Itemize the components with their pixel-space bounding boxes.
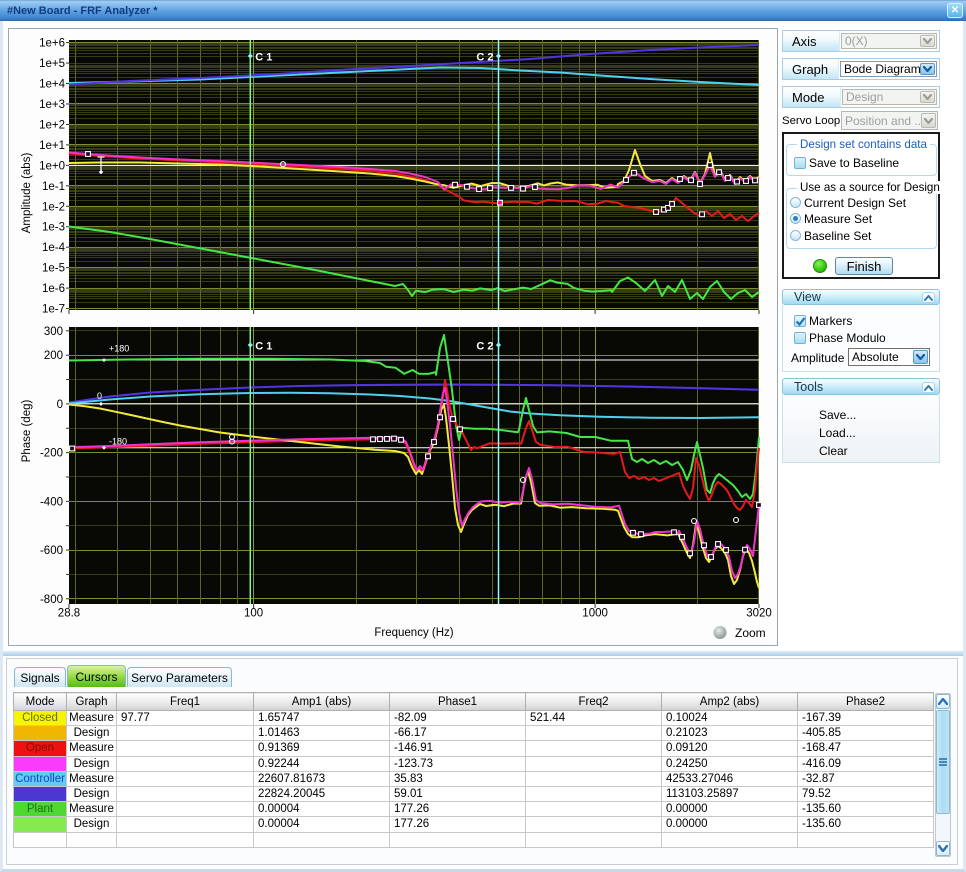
svg-text:1e-2: 1e-2 bbox=[42, 201, 65, 213]
svg-text:-400: -400 bbox=[40, 496, 63, 508]
svg-text:-200: -200 bbox=[40, 448, 63, 460]
svg-text:300: 300 bbox=[44, 326, 63, 338]
svg-text:1e-3: 1e-3 bbox=[42, 222, 65, 234]
svg-text:1e-5: 1e-5 bbox=[42, 263, 65, 275]
svg-text:100: 100 bbox=[244, 608, 263, 620]
svg-text:-800: -800 bbox=[40, 594, 63, 606]
svg-text:Frequency (Hz): Frequency (Hz) bbox=[374, 627, 453, 639]
svg-text:1e+3: 1e+3 bbox=[39, 99, 65, 111]
svg-text:1e+2: 1e+2 bbox=[39, 119, 65, 131]
svg-text:1e-7: 1e-7 bbox=[42, 304, 65, 316]
svg-text:200: 200 bbox=[44, 350, 63, 362]
svg-text:0: 0 bbox=[97, 391, 102, 401]
svg-text:C 2: C 2 bbox=[476, 52, 493, 64]
svg-text:0: 0 bbox=[57, 399, 63, 411]
svg-text:1e+0: 1e+0 bbox=[39, 160, 65, 172]
svg-text:Amplitude (abs): Amplitude (abs) bbox=[21, 153, 33, 234]
svg-text:1000: 1000 bbox=[582, 608, 608, 620]
svg-text:28.8: 28.8 bbox=[58, 608, 80, 620]
svg-text:1e+5: 1e+5 bbox=[39, 58, 65, 70]
svg-text:1e+6: 1e+6 bbox=[39, 38, 65, 50]
svg-text:1e+4: 1e+4 bbox=[39, 79, 66, 91]
svg-text:C 1: C 1 bbox=[255, 52, 272, 64]
svg-text:Zoom: Zoom bbox=[735, 626, 766, 640]
svg-text:Phase (deg): Phase (deg) bbox=[21, 400, 33, 463]
svg-text:-180: -180 bbox=[109, 437, 127, 447]
svg-text:1e-1: 1e-1 bbox=[42, 181, 65, 193]
svg-text:1e-6: 1e-6 bbox=[42, 283, 65, 295]
svg-text:3020: 3020 bbox=[746, 608, 772, 620]
svg-text:+180: +180 bbox=[109, 344, 129, 354]
svg-text:1e-4: 1e-4 bbox=[42, 242, 66, 254]
svg-text:C 2: C 2 bbox=[476, 341, 493, 353]
svg-text:1e+1: 1e+1 bbox=[39, 140, 65, 152]
svg-text:-600: -600 bbox=[40, 545, 63, 557]
svg-text:C 1: C 1 bbox=[255, 341, 272, 353]
